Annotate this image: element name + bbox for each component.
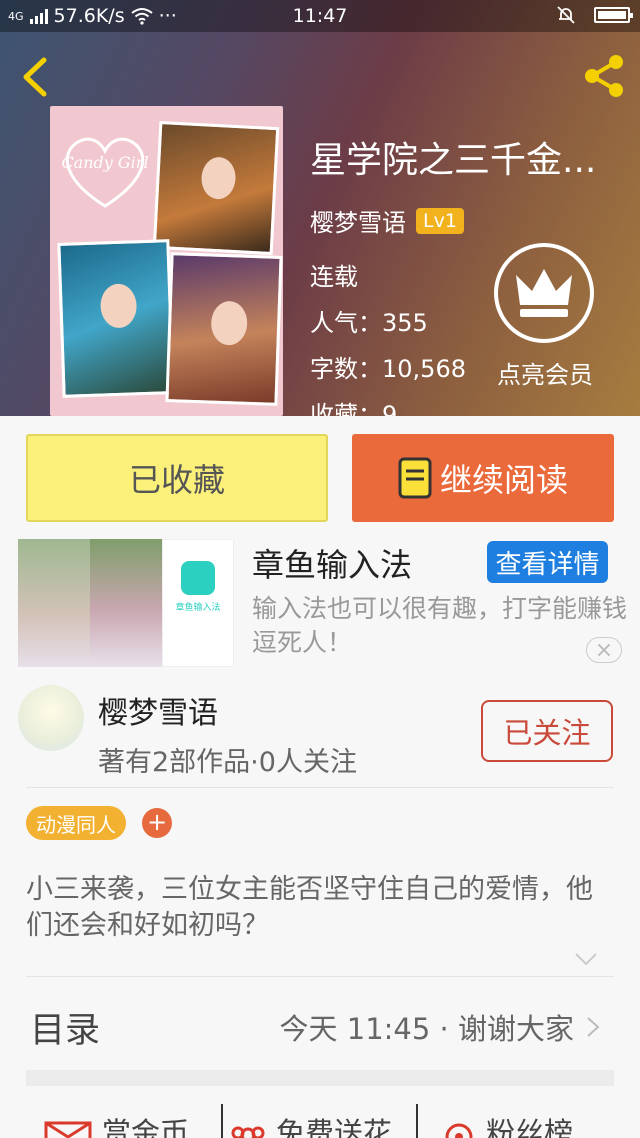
status-bar: 4G 57.6K/s ··· 11:47 xyxy=(0,0,640,32)
divider xyxy=(221,1104,223,1138)
ad-image-2[interactable] xyxy=(90,539,162,667)
envelope-icon xyxy=(44,1121,92,1138)
word-count-label: 字数： xyxy=(310,355,382,383)
continue-reading-button[interactable]: 继续阅读 xyxy=(352,434,614,522)
cover-panel-1 xyxy=(152,120,280,256)
fans-ranking-button[interactable]: 粉丝榜 xyxy=(442,1110,573,1138)
octopus-app-icon xyxy=(181,561,215,595)
collected-button[interactable]: 已收藏 xyxy=(26,434,328,522)
book-header: 4G 57.6K/s ··· 11:47 Candy Girl 星学院之三千金.… xyxy=(0,0,640,416)
send-flowers-button[interactable]: 免费送花 xyxy=(230,1110,392,1138)
author-stats: 著有2部作品·0人关注 xyxy=(98,747,357,778)
author-row: 樱梦雪语 Lv1 xyxy=(310,203,464,238)
share-icon[interactable] xyxy=(580,52,628,100)
status-time: 11:47 xyxy=(292,5,348,27)
genre-tag[interactable]: 动漫同人 xyxy=(26,806,126,840)
word-count-row: 字数：10,568 xyxy=(310,353,466,385)
svg-text:Candy Girl: Candy Girl xyxy=(61,153,148,172)
follow-button[interactable]: 已关注 xyxy=(481,700,613,762)
continue-reading-label: 继续阅读 xyxy=(439,461,568,499)
close-icon[interactable] xyxy=(586,637,622,663)
ad-details-button[interactable]: 查看详情 xyxy=(487,541,608,583)
popularity-label: 人气： xyxy=(310,309,382,337)
flower-icon xyxy=(231,1126,265,1138)
target-icon xyxy=(445,1123,473,1138)
toc-title: 目录 xyxy=(30,1011,101,1051)
book-cover[interactable]: Candy Girl xyxy=(50,106,283,416)
fans-label: 粉丝榜 xyxy=(486,1116,574,1138)
ad-title[interactable]: 章鱼输入法 xyxy=(252,540,412,586)
vip-crown-button[interactable] xyxy=(494,243,594,343)
add-tag-button[interactable]: + xyxy=(142,808,172,838)
reward-coins-button[interactable]: 赏金币 xyxy=(44,1110,189,1138)
flowers-label: 免费送花 xyxy=(276,1116,393,1138)
avatar[interactable] xyxy=(18,685,84,751)
ad-description: 输入法也可以很有趣，打字能赚钱逗死人！ xyxy=(252,594,628,657)
cover-panel-3 xyxy=(165,252,283,406)
chevron-right-icon xyxy=(587,1017,600,1037)
bottom-action-bar: 赏金币 免费送花 粉丝榜 xyxy=(0,1100,640,1138)
level-badge: Lv1 xyxy=(416,207,464,234)
collect-count-row: 收藏：9 xyxy=(310,399,397,416)
collect-count-label: 收藏： xyxy=(310,401,382,416)
vip-label[interactable]: 点亮会员 xyxy=(478,355,612,390)
latest-chapter: 今天 11:45 · 谢谢大家 xyxy=(279,1012,574,1046)
book-icon xyxy=(398,457,432,499)
popularity-value: 355 xyxy=(382,309,428,337)
chevron-down-icon[interactable] xyxy=(574,950,598,968)
author-card-name[interactable]: 樱梦雪语 xyxy=(98,688,218,732)
author-name[interactable]: 樱梦雪语 xyxy=(310,203,406,238)
serial-status: 连载 xyxy=(310,263,358,291)
crown-icon xyxy=(516,269,572,317)
bell-muted-icon xyxy=(557,6,575,24)
back-arrow-icon[interactable] xyxy=(14,52,54,102)
book-description: 小三来袭，三位女主能否坚守住自己的爱情，他们还会和好如初吗？ xyxy=(26,874,593,941)
book-title: 星学院之三千金... xyxy=(310,140,597,181)
section-separator xyxy=(26,1070,614,1086)
popularity-row: 人气：355 xyxy=(310,307,428,339)
battery-icon xyxy=(594,7,633,23)
word-count-value: 10,568 xyxy=(382,355,466,383)
divider xyxy=(26,976,614,977)
reward-label: 赏金币 xyxy=(102,1116,190,1138)
divider xyxy=(416,1104,418,1138)
table-of-contents-row[interactable]: 目录 今天 11:45 · 谢谢大家 xyxy=(26,1000,614,1052)
divider xyxy=(26,787,614,788)
status-right xyxy=(556,5,633,25)
cover-logo: Candy Girl xyxy=(61,137,149,208)
collect-count-value: 9 xyxy=(382,401,398,416)
cover-panel-2 xyxy=(57,239,175,398)
ad-image-1[interactable] xyxy=(18,539,90,667)
ad-app-name: 章鱼输入法 xyxy=(175,603,221,613)
